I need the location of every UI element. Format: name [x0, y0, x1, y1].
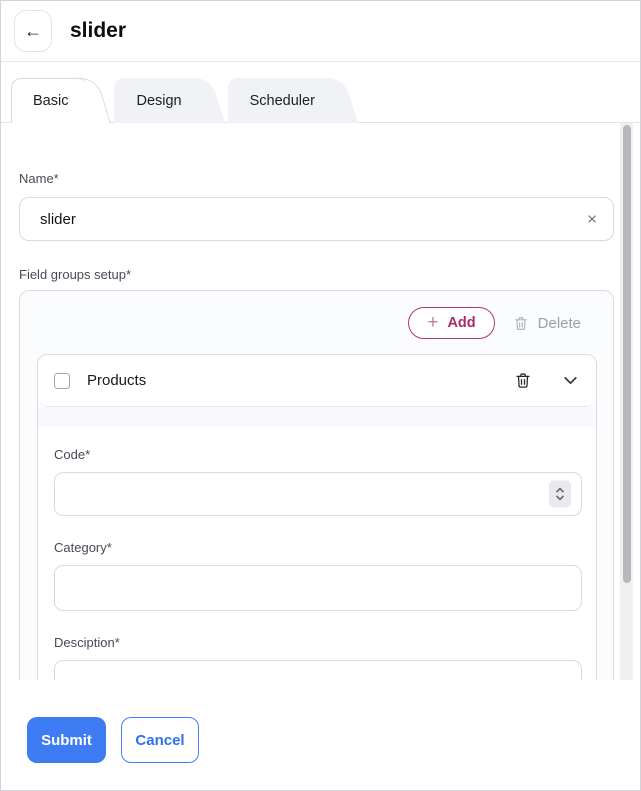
tab-design-label: Design [136, 93, 181, 109]
add-button-label: Add [447, 315, 475, 331]
name-input[interactable]: slider × [19, 197, 614, 241]
products-trash-icon[interactable] [514, 371, 532, 390]
app-window: ← slider Basic Design Scheduler Name* sl… [0, 0, 641, 791]
code-input[interactable] [54, 472, 582, 516]
panel-top-strip [38, 407, 596, 427]
footer: Submit Cancel [1, 680, 640, 790]
add-button[interactable]: + Add [408, 307, 494, 339]
scrollbar-thumb[interactable] [623, 125, 631, 583]
tab-design[interactable]: Design [114, 78, 197, 123]
group-toolbar: + Add Delete [37, 307, 597, 339]
scrollbar-track[interactable] [620, 123, 633, 680]
category-input[interactable] [54, 565, 582, 611]
desciption-input[interactable] [54, 660, 582, 680]
form-content: Name* slider × Field groups setup* + Add [1, 171, 634, 680]
products-checkbox[interactable] [54, 373, 70, 389]
plus-icon: + [427, 313, 438, 332]
header: ← slider [1, 1, 640, 62]
trash-icon [513, 315, 529, 332]
form-scroll-area: Name* slider × Field groups setup* + Add [1, 123, 640, 680]
clear-icon[interactable]: × [587, 211, 597, 228]
products-panel-header[interactable]: Products [38, 355, 596, 407]
number-spinner-icon[interactable] [549, 481, 571, 508]
code-label: Code* [54, 447, 581, 463]
tab-bar: Basic Design Scheduler [1, 78, 640, 123]
field-groups-label: Field groups setup* [19, 267, 606, 283]
tab-basic[interactable]: Basic [11, 78, 84, 123]
back-arrow-icon: ← [24, 21, 42, 42]
products-panel: Products [37, 354, 597, 680]
delete-button-label: Delete [538, 315, 581, 332]
products-panel-title: Products [87, 372, 146, 389]
tab-scheduler[interactable]: Scheduler [228, 78, 331, 123]
delete-button[interactable]: Delete [513, 315, 581, 332]
field-groups-container: + Add Delete [19, 290, 614, 680]
page-title: slider [70, 19, 126, 43]
panel-body: Code* Category* Desciption* [38, 427, 596, 680]
cancel-button[interactable]: Cancel [121, 717, 199, 763]
chevron-down-icon[interactable] [562, 372, 579, 389]
name-label: Name* [19, 171, 606, 187]
desciption-label: Desciption* [54, 635, 581, 651]
tab-scheduler-label: Scheduler [250, 93, 315, 109]
back-button[interactable]: ← [14, 10, 52, 52]
name-input-value: slider [40, 211, 76, 228]
category-label: Category* [54, 540, 581, 556]
tab-basic-label: Basic [33, 93, 68, 109]
submit-button[interactable]: Submit [27, 717, 106, 763]
